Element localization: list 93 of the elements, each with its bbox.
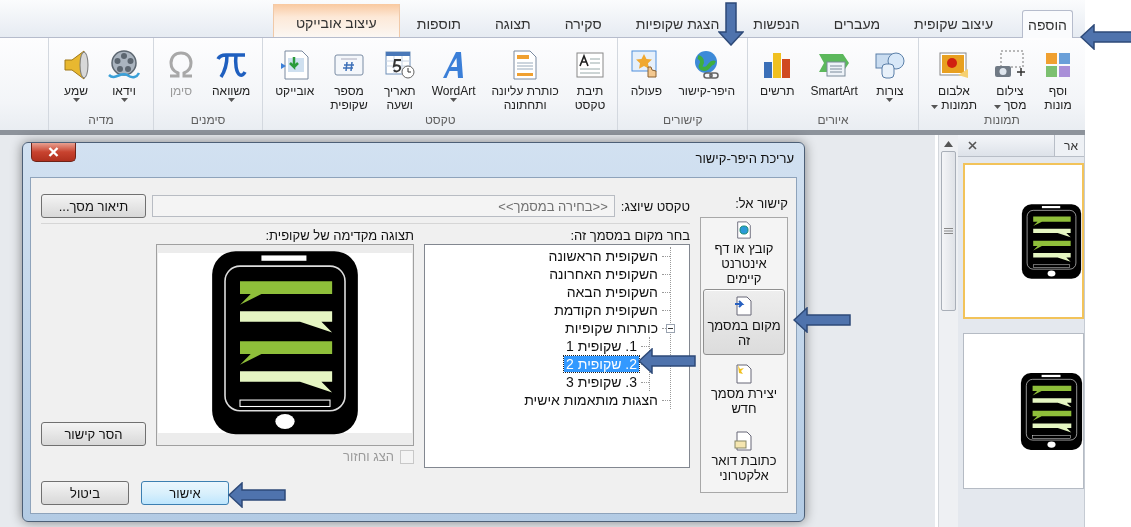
photo-album-icon bbox=[937, 50, 970, 80]
ribbon-tab[interactable]: הוספה bbox=[1022, 10, 1073, 38]
arrow-icon bbox=[638, 348, 696, 374]
ribbon-button[interactable]: SmartArt bbox=[802, 40, 866, 98]
ribbon-button[interactable]: תרשים bbox=[752, 40, 803, 98]
ribbon-tab[interactable]: הצגת שקופיות bbox=[630, 10, 725, 37]
shapes-icon bbox=[873, 50, 906, 80]
tree-item[interactable]: השקופית הקודמת bbox=[552, 302, 660, 318]
group-label: מדיה bbox=[87, 112, 115, 129]
ribbon-button[interactable]: צילום מסך bbox=[985, 40, 1035, 112]
field-label: בחר מקום במסמך זה: bbox=[569, 228, 690, 243]
scrollbar-thumb[interactable] bbox=[941, 151, 956, 311]
field-label: תצוגה מקדימה של שקופית: bbox=[264, 228, 414, 243]
screentip-button[interactable]: תיאור מסך... bbox=[41, 194, 146, 218]
cancel-button[interactable]: ביטול bbox=[41, 481, 129, 505]
ribbon-tab[interactable]: הנפשות bbox=[748, 10, 805, 37]
ribbon-tab[interactable]: מעברים bbox=[828, 10, 886, 37]
ribbon-button[interactable]: היפר-קישור bbox=[670, 40, 744, 98]
arrow-icon bbox=[1080, 24, 1131, 50]
close-icon bbox=[48, 147, 59, 157]
pi-icon bbox=[215, 50, 248, 80]
ribbon-tab[interactable]: תוספות bbox=[411, 10, 466, 37]
caret-icon bbox=[120, 98, 128, 102]
ribbon-tab[interactable]: עיצוב שקופית bbox=[909, 10, 999, 37]
group-label: קישורים bbox=[662, 112, 704, 129]
caret-icon bbox=[930, 105, 938, 109]
field-label: טקסט שיוצג: bbox=[620, 198, 690, 214]
new-document-icon bbox=[734, 363, 754, 384]
ribbon-button[interactable]: שמע bbox=[53, 40, 99, 102]
link-target[interactable]: קובץ או דף אינטרנט קיימים bbox=[703, 220, 785, 287]
tree-item[interactable]: 1. שקופית 1 bbox=[564, 338, 639, 354]
group-label: סימנים bbox=[189, 112, 227, 129]
tree-item[interactable]: 3. שקופית 3 bbox=[564, 374, 639, 390]
group-label: תמונות bbox=[983, 112, 1021, 129]
tree-item[interactable]: הצגות מותאמות אישית bbox=[522, 392, 660, 408]
ribbon-tab[interactable]: תצוגה bbox=[489, 10, 536, 37]
group-label: איורים bbox=[816, 112, 850, 129]
hash-icon bbox=[333, 52, 365, 78]
link-target[interactable]: כתובת דואר אלקטרוני bbox=[703, 424, 785, 490]
grip-icon bbox=[944, 228, 953, 234]
ribbon-tab[interactable]: סקירה bbox=[559, 10, 607, 37]
ribbon-button[interactable]: WordArt bbox=[423, 40, 484, 102]
arrow-icon bbox=[793, 307, 851, 333]
dialog-title: עריכת היפר-קישור bbox=[695, 151, 794, 166]
arrow-icon bbox=[228, 482, 286, 508]
field-label: קישור אל: bbox=[734, 195, 788, 211]
slide-thumbnail[interactable] bbox=[963, 163, 1084, 319]
arrow-icon bbox=[718, 2, 744, 46]
checkbox-label: הצג וחזור bbox=[343, 449, 394, 464]
ribbon-button[interactable]: פעולה bbox=[622, 40, 671, 98]
link-target[interactable]: מקום במסמך זה bbox=[703, 289, 785, 355]
caret-icon bbox=[450, 98, 458, 102]
collapse-icon[interactable] bbox=[666, 324, 675, 333]
tree-item[interactable]: השקופית הבאה bbox=[564, 284, 660, 300]
close-icon bbox=[967, 141, 977, 150]
document-icon bbox=[512, 49, 539, 81]
ribbon-button[interactable]: וסף מונות bbox=[1035, 40, 1081, 112]
text-box-icon bbox=[575, 51, 606, 79]
ribbon-button[interactable]: אובייקט bbox=[267, 40, 323, 98]
tree-item[interactable]: השקופית האחרונה bbox=[547, 266, 660, 282]
ribbon-button[interactable]: תיבת טקסט bbox=[566, 40, 614, 112]
ribbon-button[interactable]: מספר שקופית bbox=[322, 40, 376, 112]
envelope-document-icon bbox=[734, 431, 754, 452]
caret-icon bbox=[72, 98, 80, 102]
document-arrow-icon bbox=[734, 295, 754, 316]
camera-icon bbox=[993, 50, 1027, 80]
text-field[interactable]: <<בחירה במסמך>> bbox=[152, 195, 615, 217]
tree-item[interactable]: השקופית הראשונה bbox=[546, 248, 660, 264]
caret-icon bbox=[993, 105, 1001, 109]
group-label: טקסט bbox=[424, 112, 457, 129]
picture-icon bbox=[1043, 50, 1073, 80]
caret-icon bbox=[227, 98, 235, 102]
ribbon-button[interactable]: תאריך ושעה bbox=[375, 40, 424, 112]
ok-button[interactable]: אישור bbox=[141, 481, 229, 505]
close-button[interactable] bbox=[31, 143, 76, 162]
ribbon-button[interactable]: צורות bbox=[865, 40, 914, 102]
ribbon-button[interactable]: וידאו bbox=[99, 40, 149, 102]
ribbon-tab[interactable]: עיצוב אובייקט bbox=[272, 4, 400, 37]
ribbon-button[interactable]: אלבום תמונות bbox=[922, 40, 985, 112]
panel-tab[interactable]: אר bbox=[1054, 135, 1084, 156]
ribbon-button[interactable]: כותרת עליונה ותחתונה bbox=[483, 40, 567, 112]
link-target[interactable]: יצירת מסמך חדש bbox=[703, 356, 785, 423]
film-reel-icon bbox=[107, 49, 141, 81]
calendar-clock-icon bbox=[383, 50, 416, 80]
speaker-icon bbox=[61, 49, 91, 81]
ribbon-button[interactable]: משוואה bbox=[204, 40, 259, 102]
slide-thumbnail[interactable] bbox=[963, 333, 1084, 489]
remove-link-button[interactable]: הסר קישור bbox=[41, 422, 146, 446]
tree-item[interactable]: כותרות שקופיות bbox=[563, 320, 660, 336]
scroll-up-icon bbox=[944, 141, 953, 147]
object-icon bbox=[279, 49, 310, 81]
caret-icon bbox=[886, 98, 894, 102]
web-document-icon bbox=[734, 221, 754, 239]
